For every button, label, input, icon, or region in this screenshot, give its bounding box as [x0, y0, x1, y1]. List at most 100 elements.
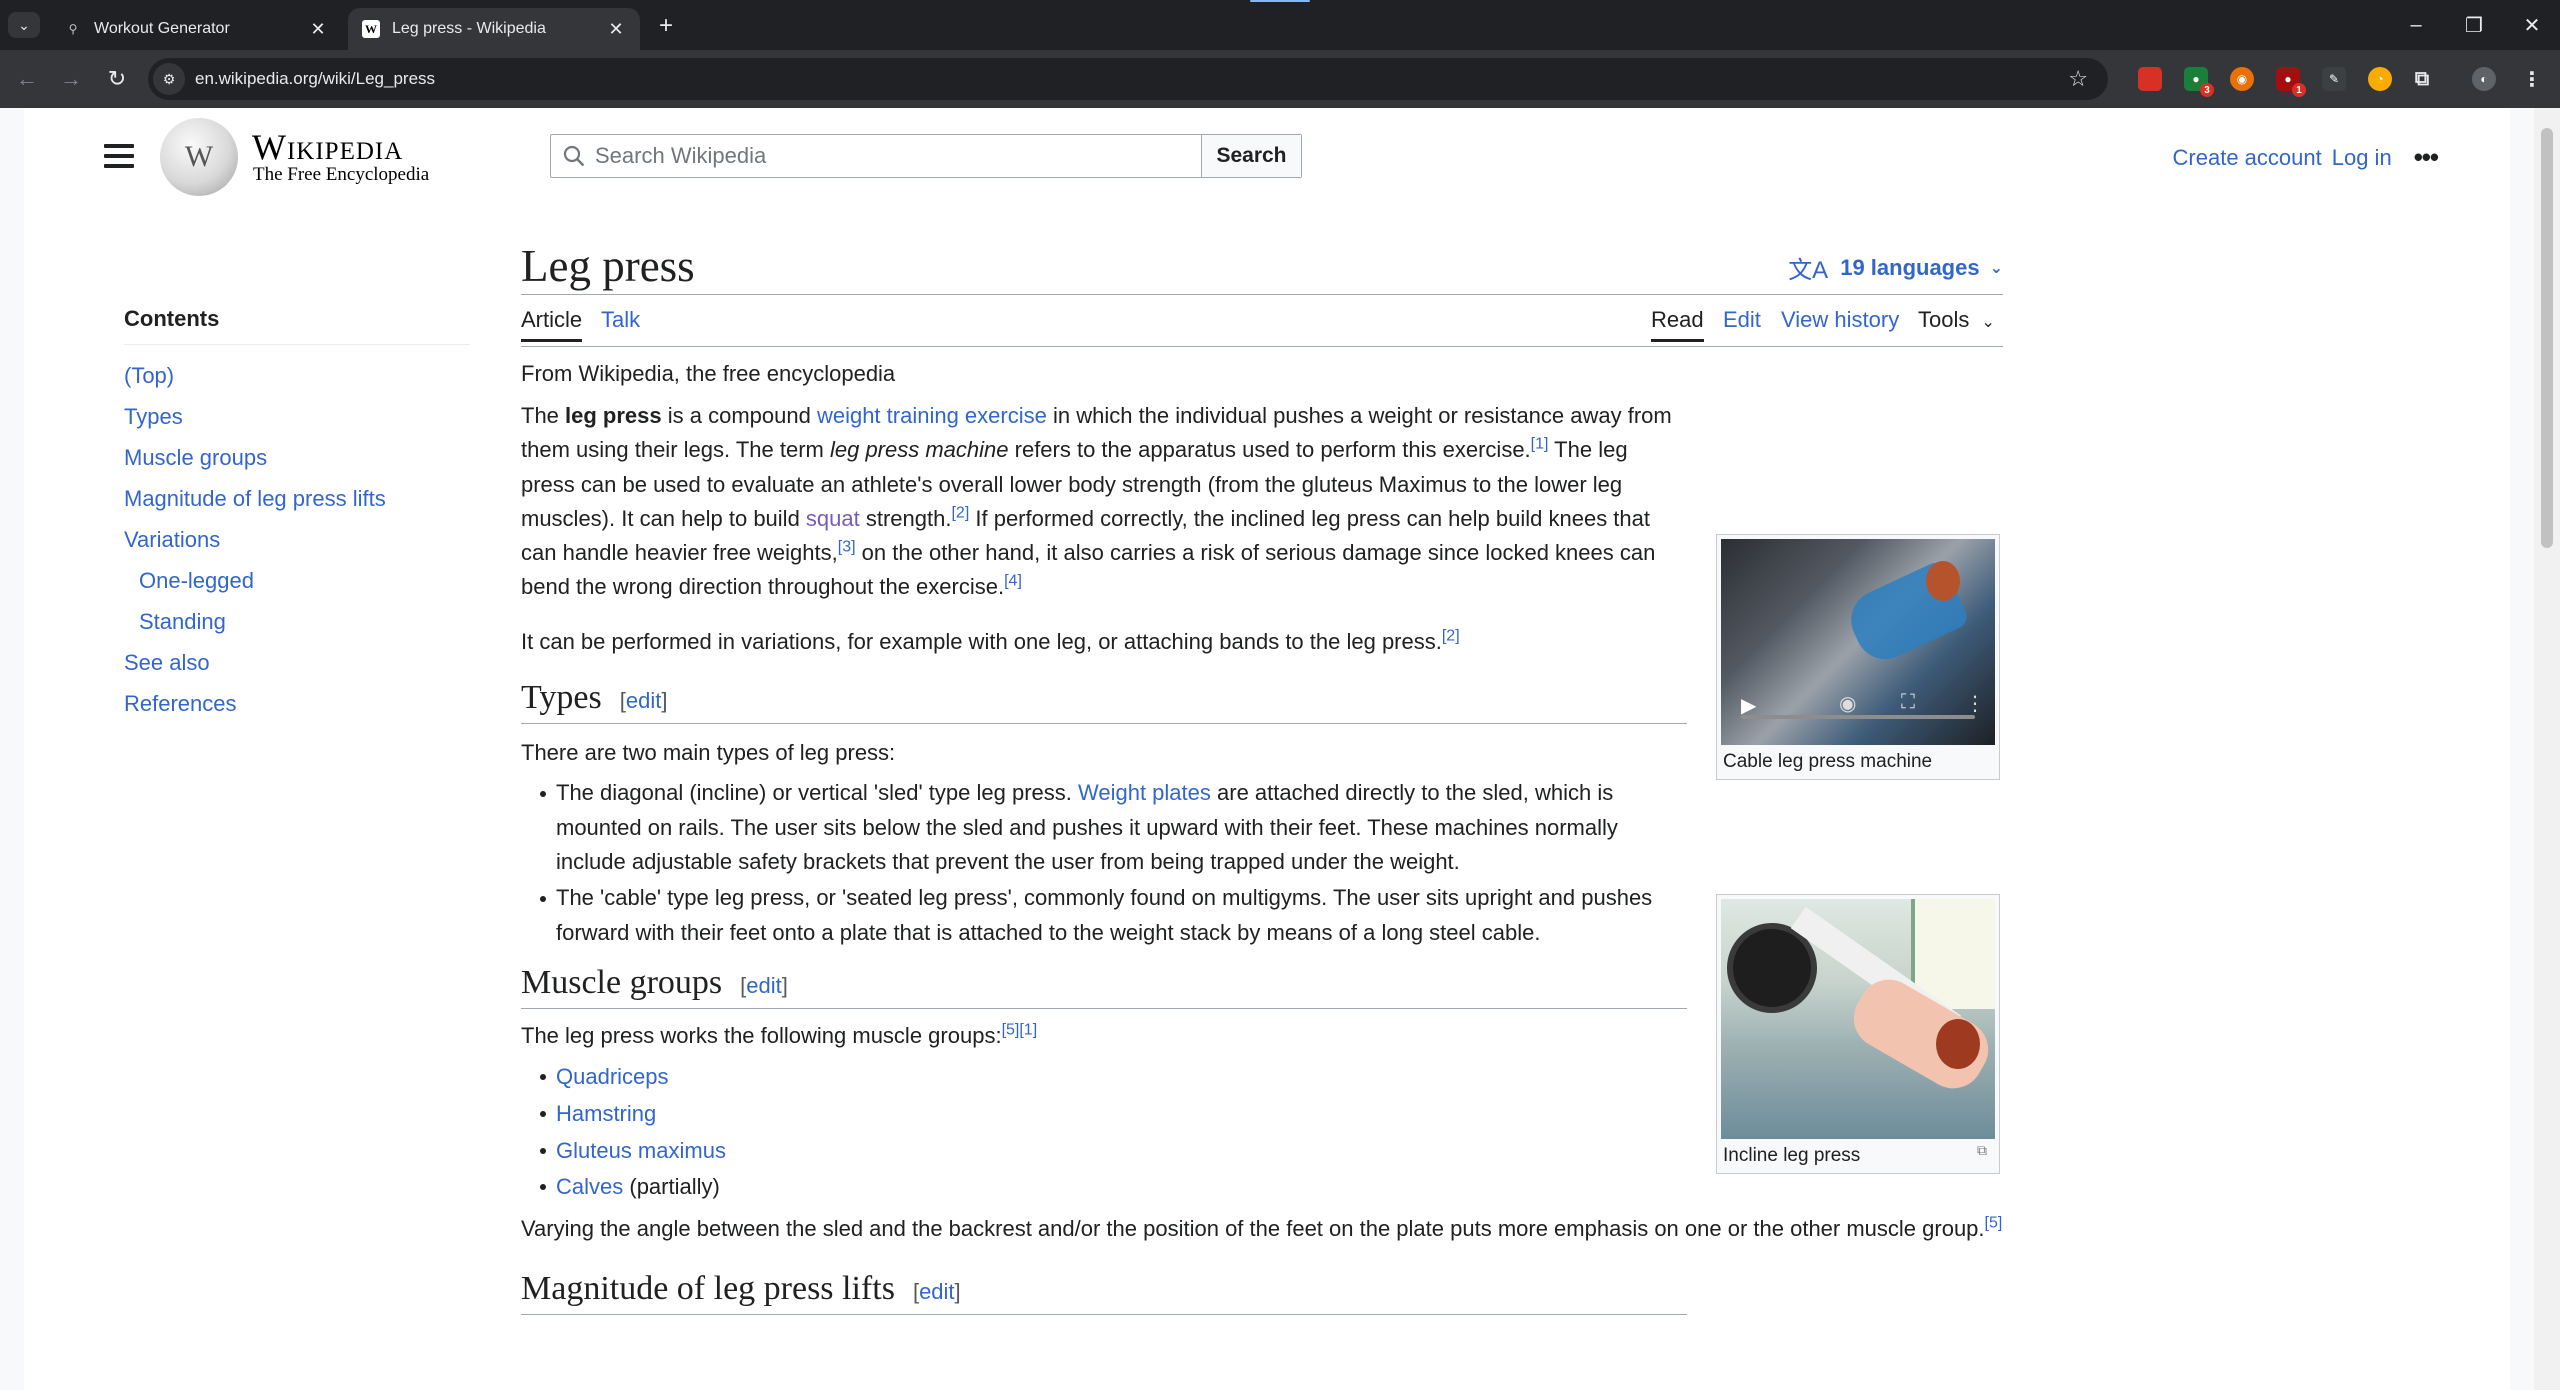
back-button[interactable]: ←	[12, 64, 42, 94]
caption-text: Incline leg press	[1723, 1145, 1861, 1166]
tools-label: Tools	[1918, 307, 1970, 332]
language-selector[interactable]: 文A 19 languages ⌄	[1788, 250, 2003, 285]
tab-title: Leg press - Wikipedia	[392, 20, 546, 37]
cable-leg-press-video[interactable]: ▶ ◉ ⛶ ⋮	[1721, 539, 1995, 745]
extension-orange-icon[interactable]: ◉	[2230, 67, 2254, 91]
reference-link[interactable]: [5][1]	[1002, 1022, 1038, 1039]
calves-link[interactable]: Calves	[556, 1174, 623, 1199]
photo-figure: Incline leg press ⧉	[1716, 894, 2000, 1174]
url-text[interactable]: en.wikipedia.org/wiki/Leg_press	[195, 69, 435, 89]
squat-link[interactable]: squat	[806, 506, 860, 531]
toc-item-one-legged[interactable]: One-legged	[124, 560, 470, 601]
edit-section-link[interactable]: edit	[919, 1279, 954, 1304]
section-heading-magnitude: Magnitude of leg press lifts [edit]	[521, 1270, 1687, 1316]
reference-link[interactable]: [2]	[951, 505, 969, 522]
extension-red-icon[interactable]	[2138, 67, 2162, 91]
toc-item-standing[interactable]: Standing	[124, 601, 470, 642]
restore-button[interactable]: ❐	[2446, 8, 2502, 42]
toc-list: (Top) Types Muscle groups Magnitude of l…	[124, 355, 470, 724]
tab-search-icon[interactable]: ⌄	[8, 12, 40, 38]
wikipedia-globe-logo[interactable]: W	[160, 118, 238, 196]
main-menu-icon[interactable]	[104, 144, 134, 168]
forward-button[interactable]: →	[56, 64, 86, 94]
browser-menu-icon[interactable]: ⋮	[2520, 67, 2544, 91]
minimize-button[interactable]: –	[2388, 8, 2444, 42]
toc-item-references[interactable]: References	[124, 683, 470, 724]
reference-link[interactable]: [4]	[1004, 573, 1022, 590]
incline-leg-press-photo[interactable]	[1721, 899, 1995, 1139]
close-window-button[interactable]: ✕	[2504, 8, 2560, 42]
bookmark-star-icon[interactable]: ☆	[2068, 66, 2088, 92]
toc-item-magnitude[interactable]: Magnitude of leg press lifts	[124, 478, 470, 519]
site-info-icon[interactable]: ⚙	[153, 63, 185, 95]
extensions-puzzle-icon[interactable]: ⧉	[2410, 67, 2434, 91]
weight-plates-link[interactable]: Weight plates	[1078, 780, 1211, 805]
extension-green-icon[interactable]: ● 3	[2184, 67, 2214, 97]
fullscreen-icon[interactable]: ⛶	[1901, 691, 1915, 714]
new-tab-button[interactable]: +	[652, 12, 680, 40]
quadriceps-link[interactable]: Quadriceps	[556, 1064, 669, 1089]
reload-button[interactable]: ↻	[102, 64, 132, 94]
extension-pen-icon[interactable]: ✎	[2322, 67, 2346, 91]
section-heading-muscle-groups: Muscle groups [edit]	[521, 964, 1687, 1009]
tab-talk[interactable]: Talk	[601, 307, 640, 333]
close-tab-icon[interactable]: ✕	[308, 19, 328, 40]
tools-menu[interactable]: Tools ⌄	[1918, 307, 1995, 333]
tab-read[interactable]: Read	[1651, 307, 1704, 342]
toc-item-top[interactable]: (Top)	[124, 355, 470, 396]
tab-title: Workout Generator	[94, 20, 230, 37]
extension-dark-red-icon[interactable]: ● 1	[2276, 67, 2306, 97]
address-bar[interactable]: ⚙ en.wikipedia.org/wiki/Leg_press ☆	[148, 58, 2108, 100]
tab-edit[interactable]: Edit	[1723, 307, 1761, 333]
create-account-link[interactable]: Create account	[2173, 145, 2322, 171]
wikipedia-wordmark[interactable]: Wikipedia	[252, 126, 403, 168]
heading-text: Types	[521, 679, 602, 717]
toc-item-muscle-groups[interactable]: Muscle groups	[124, 437, 470, 478]
figure-caption: Cable leg press machine	[1723, 751, 1933, 772]
reference-link[interactable]: [1]	[1531, 436, 1549, 453]
text: strength.	[859, 505, 952, 531]
text: The diagonal (incline) or vertical 'sled…	[556, 780, 1078, 806]
extension-badge: 3	[2200, 83, 2214, 97]
profile-avatar[interactable]: ◐	[2472, 67, 2496, 91]
chevron-down-icon: ⌄	[1989, 259, 2003, 277]
reference-link[interactable]: [3]	[838, 539, 856, 556]
toc-item-see-also[interactable]: See also	[124, 642, 470, 683]
video-more-icon[interactable]: ⋮	[1965, 691, 1985, 716]
search-button[interactable]: Search	[1201, 135, 1301, 177]
edit-section-link[interactable]: edit	[746, 973, 781, 998]
reference-link[interactable]: [2]	[1442, 627, 1460, 644]
scrollbar-thumb[interactable]	[2541, 128, 2553, 548]
weight-training-link[interactable]: weight training exercise	[817, 403, 1047, 428]
edit-section: [edit]	[912, 1279, 961, 1305]
browser-tab-bar: ⌄ ⚲ Workout Generator ✕ W Leg press - Wi…	[0, 0, 2560, 50]
hamstring-link[interactable]: Hamstring	[556, 1101, 656, 1126]
extension-yellow-icon[interactable]: ◔	[2368, 67, 2392, 91]
user-links: Create account Log in •••	[2163, 142, 2439, 173]
wikipedia-favicon-icon: W	[362, 20, 380, 38]
tab-workout-generator[interactable]: ⚲ Workout Generator ✕	[50, 8, 342, 50]
video-person-head	[1926, 561, 1960, 601]
tab-view-history[interactable]: View history	[1781, 307, 1899, 333]
enlarge-icon[interactable]: ⧉	[1977, 1142, 1987, 1159]
more-options-icon[interactable]: •••	[2414, 142, 2439, 173]
video-progress-bar[interactable]	[1741, 715, 1975, 719]
language-count: 19 languages	[1840, 254, 1980, 280]
tab-article[interactable]: Article	[521, 307, 583, 342]
wikipedia-tagline[interactable]: The Free Encyclopedia	[253, 164, 429, 186]
gluteus-maximus-link[interactable]: Gluteus maximus	[556, 1138, 726, 1163]
toc-item-variations[interactable]: Variations	[124, 519, 470, 560]
edit-section-link[interactable]: edit	[626, 688, 661, 713]
tab-leg-press-wikipedia[interactable]: W Leg press - Wikipedia ✕	[348, 8, 640, 50]
photo-person-hair	[1936, 1019, 1980, 1069]
volume-icon[interactable]: ◉	[1839, 691, 1856, 716]
search-input[interactable]	[551, 135, 1201, 177]
vertical-scrollbar[interactable]	[2534, 108, 2560, 1390]
video-figure: ▶ ◉ ⛶ ⋮ Cable leg press machine	[1716, 534, 2000, 780]
toc-item-types[interactable]: Types	[124, 396, 470, 437]
close-tab-icon[interactable]: ✕	[606, 19, 626, 40]
page-title: Leg press	[521, 241, 695, 291]
reference-link[interactable]: [5]	[1985, 1215, 2003, 1232]
log-in-link[interactable]: Log in	[2332, 145, 2392, 171]
bold-term: leg press	[565, 403, 662, 428]
